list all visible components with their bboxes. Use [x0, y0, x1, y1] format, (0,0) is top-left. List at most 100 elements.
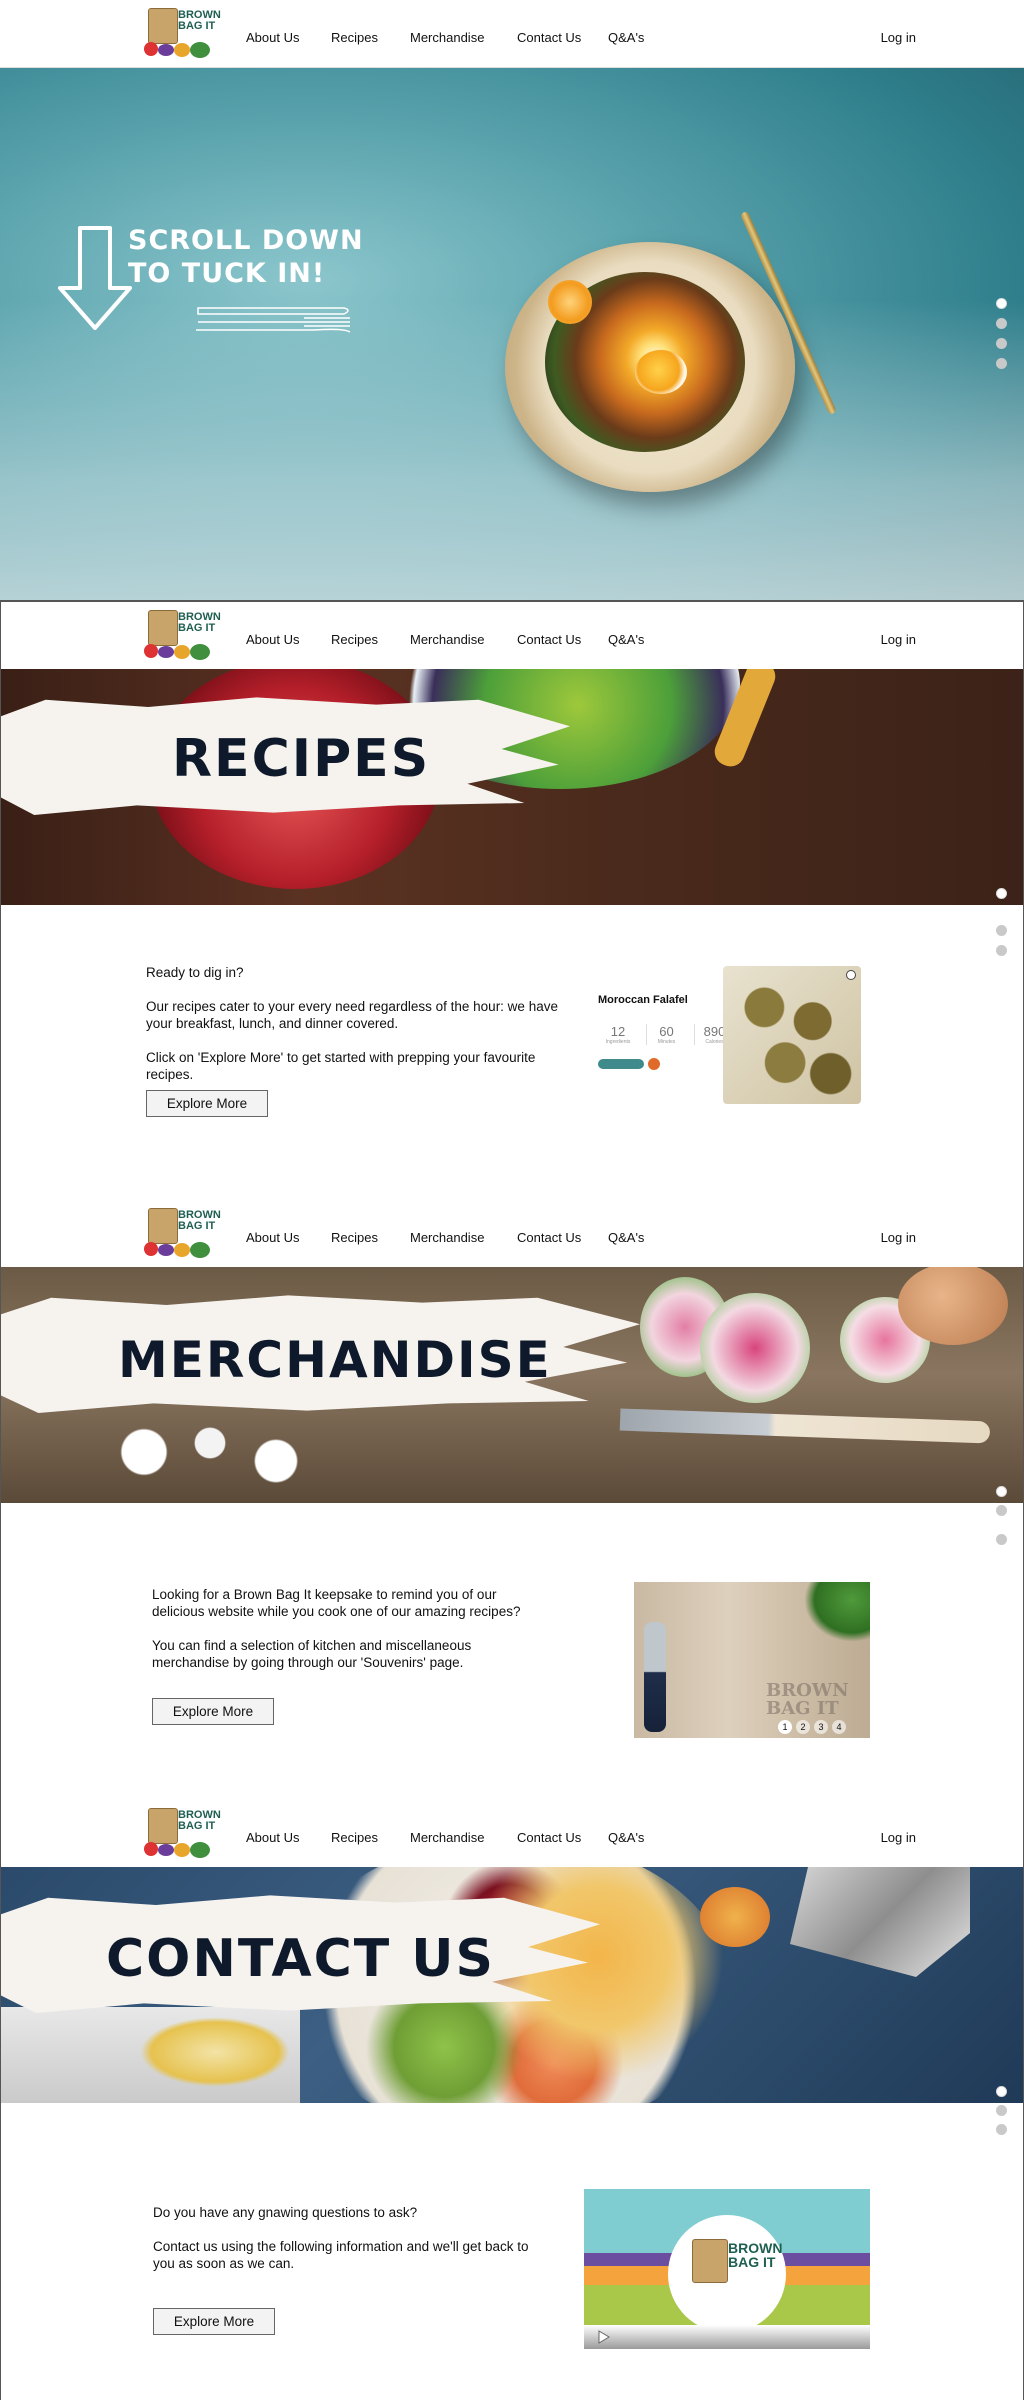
squash-icon: [174, 43, 190, 57]
contact-para-1: Do you have any gnawing questions to ask…: [153, 2205, 418, 2220]
logo-text: BROWN BAG IT: [178, 9, 221, 32]
logo-text: BROWN BAG IT: [178, 1209, 221, 1232]
egg-image: [898, 1267, 1008, 1345]
nav-qas[interactable]: Q&A's: [608, 1830, 644, 1845]
merchandise-banner: MERCHANDISE: [0, 1267, 1024, 1503]
tomato-icon: [144, 1842, 158, 1856]
broccoli-icon: [190, 644, 210, 660]
section-dot-1[interactable]: [996, 1486, 1007, 1497]
section-dot-3[interactable]: [996, 338, 1007, 349]
section-dot-1[interactable]: [996, 2086, 1007, 2097]
section-dot-2[interactable]: [996, 318, 1007, 329]
brand-logo[interactable]: BROWN BAG IT: [140, 1806, 224, 1860]
nav-recipes[interactable]: Recipes: [331, 30, 378, 45]
login-link[interactable]: Log in: [881, 632, 916, 647]
merchandise-title: MERCHANDISE: [118, 1331, 552, 1389]
merchandise-para-2: You can find a selection of kitchen and …: [152, 1638, 472, 1670]
nav-merchandise[interactable]: Merchandise: [410, 632, 484, 647]
section-dots: [996, 298, 1008, 378]
recipe-view-button[interactable]: [598, 1059, 644, 1069]
merchandise-para-1: Looking for a Brown Bag It keepsake to r…: [152, 1587, 521, 1619]
merchandise-gallery[interactable]: BROWN BAG IT 1 2 3 4: [634, 1582, 870, 1738]
brand-logo[interactable]: BROWN BAG IT: [140, 6, 224, 60]
nav-recipes[interactable]: Recipes: [331, 1230, 378, 1245]
section-dot-2[interactable]: [996, 1505, 1007, 1516]
nav-contact-us[interactable]: Contact Us: [517, 1830, 581, 1845]
broccoli-icon: [190, 42, 210, 58]
recipes-para-2: Click on 'Explore More' to get started w…: [146, 1050, 536, 1082]
gallery-page-2[interactable]: 2: [796, 1720, 810, 1734]
brand-logo[interactable]: BROWN BAG IT: [140, 1206, 224, 1260]
login-link[interactable]: Log in: [881, 30, 916, 45]
nav-recipes[interactable]: Recipes: [331, 632, 378, 647]
video-controls: [584, 2325, 870, 2349]
squash-icon: [174, 645, 190, 659]
nav-merchandise[interactable]: Merchandise: [410, 30, 484, 45]
bag-icon: [148, 8, 178, 44]
eggplant-icon: [158, 44, 174, 56]
nav-about-us[interactable]: About Us: [246, 1830, 299, 1845]
peach-slices-image: [700, 1887, 770, 1947]
section-dot-1[interactable]: [996, 298, 1007, 309]
section-dot-3[interactable]: [996, 2124, 1007, 2135]
nav-about-us[interactable]: About Us: [246, 632, 299, 647]
banana-image: [140, 2017, 290, 2087]
section-dot-2[interactable]: [996, 925, 1007, 936]
section-dot-4[interactable]: [996, 358, 1007, 369]
nav-contact-us[interactable]: Contact Us: [517, 30, 581, 45]
orange-slice: [548, 280, 592, 324]
contact-explore-button[interactable]: Explore More: [153, 2308, 275, 2335]
recipes-para-1: Our recipes cater to your every need reg…: [146, 999, 558, 1031]
login-link[interactable]: Log in: [881, 1230, 916, 1245]
gallery-page-1[interactable]: 1: [778, 1720, 792, 1734]
hero-headline: SCROLL DOWN TO TUCK IN!: [128, 225, 364, 289]
play-icon[interactable]: [598, 2330, 610, 2344]
nav-recipes[interactable]: Recipes: [331, 1830, 378, 1845]
nav-qas[interactable]: Q&A's: [608, 30, 644, 45]
gallery-page-3[interactable]: 3: [814, 1720, 828, 1734]
recipes-title: RECIPES: [172, 729, 431, 789]
tomato-icon: [144, 1242, 158, 1256]
login-link[interactable]: Log in: [881, 1830, 916, 1845]
recipes-intro: Ready to dig in?: [146, 965, 244, 980]
zoom-icon[interactable]: [846, 970, 856, 980]
recipe-stat-2: 60 Minutes: [646, 1024, 686, 1045]
video-player[interactable]: BROWN BAG IT: [584, 2189, 870, 2349]
recipes-banner: RECIPES: [0, 669, 1024, 905]
bag-icon: [692, 2239, 728, 2283]
eggplant-icon: [158, 646, 174, 658]
section-dots: [996, 2086, 1008, 2144]
knife-handle-image: [644, 1622, 666, 1732]
gallery-page-4[interactable]: 4: [832, 1720, 846, 1734]
broccoli-icon: [190, 1842, 210, 1858]
recipe-card[interactable]: Moroccan Falafel 12 Ingredients 60 Minut…: [594, 962, 864, 1104]
recipes-explore-button[interactable]: Explore More: [146, 1090, 268, 1117]
nav-contact-us[interactable]: Contact Us: [517, 632, 581, 647]
nav-merchandise[interactable]: Merchandise: [410, 1230, 484, 1245]
top-nav: BROWN BAG IT About Us Recipes Merchandise…: [0, 1200, 1024, 1268]
tomato-icon: [144, 42, 158, 56]
brand-logo[interactable]: BROWN BAG IT: [140, 608, 224, 662]
nav-about-us[interactable]: About Us: [246, 1230, 299, 1245]
nav-qas[interactable]: Q&A's: [608, 1230, 644, 1245]
logo-text: BROWN BAG IT: [178, 611, 221, 634]
section-dots: [996, 888, 1008, 965]
section-dot-3[interactable]: [996, 1534, 1007, 1545]
section-dot-2[interactable]: [996, 2105, 1007, 2116]
egg-yolk: [635, 350, 687, 394]
nav-qas[interactable]: Q&A's: [608, 632, 644, 647]
recipe-badge-icon[interactable]: [648, 1058, 660, 1070]
foil-wrapper-image: [790, 1867, 970, 1977]
section-dot-3[interactable]: [996, 945, 1007, 956]
recipes-copy: Ready to dig in? Our recipes cater to yo…: [146, 964, 586, 1100]
knife-image: [619, 1408, 991, 1444]
nav-contact-us[interactable]: Contact Us: [517, 1230, 581, 1245]
merchandise-explore-button[interactable]: Explore More: [152, 1698, 274, 1725]
section-dot-1[interactable]: [996, 888, 1007, 899]
nav-merchandise[interactable]: Merchandise: [410, 1830, 484, 1845]
eggplant-icon: [158, 1844, 174, 1856]
gallery-pagination: 1 2 3 4: [778, 1720, 846, 1734]
broccoli-icon: [190, 1242, 210, 1258]
nav-about-us[interactable]: About Us: [246, 30, 299, 45]
top-nav: BROWN BAG IT About Us Recipes Merchandise…: [0, 602, 1024, 670]
